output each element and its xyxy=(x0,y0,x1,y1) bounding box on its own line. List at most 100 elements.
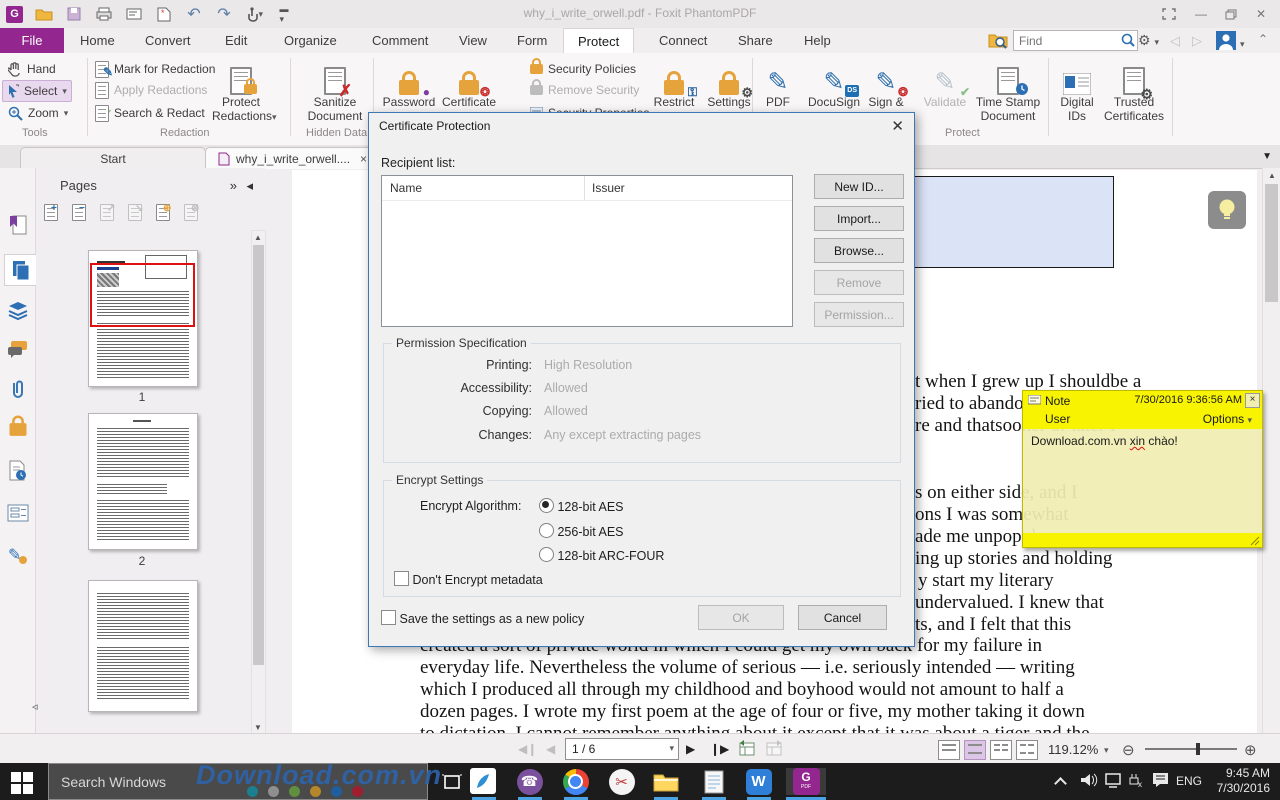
tab-comment[interactable]: Comment xyxy=(358,28,442,53)
password-protect-button[interactable]: ● Password xyxy=(380,57,438,109)
tab-help[interactable]: Help xyxy=(790,28,845,53)
first-page-icon[interactable]: ◀❙ xyxy=(518,742,537,756)
file-explorer-icon[interactable] xyxy=(652,768,679,795)
notepad-icon[interactable] xyxy=(700,768,727,795)
input-device-icon[interactable]: x xyxy=(1128,773,1146,791)
apply-redactions-button[interactable]: ✔ Apply Redactions xyxy=(95,80,207,100)
find-previous-icon[interactable]: ◁ xyxy=(1170,33,1180,49)
search-and-redact-button[interactable]: Search & Redact xyxy=(95,103,205,123)
radio-256-aes[interactable]: 256-bit AES xyxy=(539,523,624,539)
tab-file[interactable]: File xyxy=(0,28,64,53)
previous-view-icon[interactable] xyxy=(738,740,756,761)
zoom-dropdown-icon[interactable]: ▾ xyxy=(1104,745,1109,756)
zoom-slider-handle[interactable] xyxy=(1196,743,1200,755)
recipient-list[interactable]: Name Issuer xyxy=(381,175,793,327)
collapse-panel-icon[interactable]: ◂ xyxy=(246,178,253,194)
continuous-facing-view-icon[interactable] xyxy=(1016,740,1038,760)
select-tool-button[interactable]: Select▾ xyxy=(2,80,72,102)
insert-page-icon[interactable]: ⊕ xyxy=(156,204,170,226)
avatar-dropdown-icon[interactable]: ▾ xyxy=(1240,34,1245,52)
import-button[interactable]: Import... xyxy=(814,206,904,231)
column-issuer[interactable]: Issuer xyxy=(592,181,625,195)
sanitize-document-button[interactable]: ✗ Sanitize Document xyxy=(306,57,364,123)
zoom-out-icon[interactable]: ⊖ xyxy=(1122,741,1135,759)
current-view-rect[interactable] xyxy=(90,263,195,327)
page-indicator[interactable]: ▾ xyxy=(565,738,679,760)
lightbulb-note-icon[interactable] xyxy=(1208,191,1246,229)
minimize-icon[interactable]: — xyxy=(1186,6,1216,22)
security-policies-button[interactable]: Security Policies xyxy=(530,59,636,79)
document-scrollbar[interactable]: ▲ xyxy=(1262,168,1280,733)
trusted-certificates-button[interactable]: ⚙ Trusted Certificates xyxy=(1103,57,1165,123)
zoom-in-icon[interactable]: ⊕ xyxy=(1244,741,1257,759)
comments-panel-icon[interactable] xyxy=(4,334,31,364)
volume-icon[interactable] xyxy=(1080,772,1098,791)
zoom-level[interactable]: 119.12% xyxy=(1048,742,1098,757)
continuous-view-icon[interactable] xyxy=(964,740,986,760)
scrollbar-thumb[interactable] xyxy=(1265,184,1278,302)
previous-page-icon[interactable]: ◀ xyxy=(546,742,555,756)
thumbnails-scrollbar[interactable]: ▲ ▼ xyxy=(251,230,266,735)
permission-button[interactable]: Permission... xyxy=(814,302,904,327)
restrict-button[interactable]: ⚿ Restrict xyxy=(645,57,703,109)
radio-128-arcfour[interactable]: 128-bit ARC-FOUR xyxy=(539,547,664,563)
tab-convert[interactable]: Convert xyxy=(131,28,205,53)
zoom-slider[interactable] xyxy=(1145,748,1237,750)
tray-expand-icon[interactable] xyxy=(1056,776,1065,791)
signatures-panel-icon[interactable]: ✎ xyxy=(4,540,31,570)
facing-view-icon[interactable] xyxy=(990,740,1012,760)
search-folder-icon[interactable] xyxy=(988,31,1008,54)
note-close-icon[interactable]: × xyxy=(1245,393,1260,408)
sticky-note[interactable]: Note 7/30/2016 9:36:56 AM × User Options… xyxy=(1022,390,1263,548)
page-thumbnail-3[interactable] xyxy=(88,580,198,712)
page-thumbnail-2[interactable] xyxy=(88,413,198,550)
move-page-up-icon[interactable]: ↗ xyxy=(100,204,114,226)
close-tab-icon[interactable]: × xyxy=(360,152,367,166)
user-avatar[interactable] xyxy=(1216,31,1236,55)
viber-icon[interactable]: ☎ xyxy=(516,768,543,795)
pdf-sign-button[interactable]: ✎ PDF xyxy=(756,57,800,109)
start-button[interactable] xyxy=(8,769,35,796)
bookmarks-panel-icon[interactable] xyxy=(4,210,31,240)
design-app-icon[interactable] xyxy=(470,768,496,794)
radio-128-aes[interactable]: 128-bit AES xyxy=(539,498,624,514)
dont-encrypt-metadata-checkbox[interactable]: Don't Encrypt metadata xyxy=(394,571,543,587)
browse-button[interactable]: Browse... xyxy=(814,238,904,263)
zoom-out-thumbnails-icon[interactable]: − xyxy=(72,204,86,226)
word-app-icon[interactable]: W xyxy=(745,768,772,795)
last-page-icon[interactable]: ❙▶ xyxy=(710,742,729,756)
tab-share[interactable]: Share xyxy=(724,28,787,53)
scroll-up-icon[interactable]: ▲ xyxy=(254,233,262,242)
digital-ids-button[interactable]: Digital IDs xyxy=(1048,57,1106,123)
restore-icon[interactable] xyxy=(1216,6,1246,22)
tab-edit[interactable]: Edit xyxy=(211,28,261,53)
note-body[interactable]: Download.com.vn xin chào! xyxy=(1023,429,1262,533)
dialog-close-icon[interactable]: ✕ xyxy=(891,117,904,135)
snipping-tool-icon[interactable]: ✂ xyxy=(608,768,635,795)
note-options-button[interactable]: Options ▾ xyxy=(1203,412,1252,426)
close-icon[interactable]: ✕ xyxy=(1246,6,1276,22)
language-indicator[interactable]: ENG xyxy=(1176,774,1202,788)
timestamps-panel-icon[interactable] xyxy=(4,456,31,486)
expand-panel-icon[interactable]: » xyxy=(230,178,237,193)
save-policy-checkbox[interactable]: Save the settings as a new policy xyxy=(381,610,584,626)
delete-page-icon[interactable]: ⊗ xyxy=(184,204,198,226)
foxit-taskbar-icon[interactable]: GPDF xyxy=(786,768,826,795)
notification-icon[interactable] xyxy=(1152,772,1169,791)
clock[interactable]: 9:45 AM 7/30/2016 xyxy=(1208,766,1270,796)
scroll-up-icon[interactable]: ▲ xyxy=(1268,171,1276,180)
next-view-icon[interactable] xyxy=(765,740,783,761)
tab-protect[interactable]: Protect xyxy=(563,28,634,54)
collapse-ribbon-icon[interactable]: ⌃ xyxy=(1258,32,1268,46)
find-next-icon[interactable]: ▷ xyxy=(1192,33,1202,49)
scroll-down-icon[interactable]: ▼ xyxy=(254,723,262,732)
pages-panel-icon[interactable] xyxy=(4,254,36,286)
docusign-button[interactable]: ✎DS DocuSign xyxy=(805,57,863,109)
find-input[interactable] xyxy=(1013,30,1138,51)
fields-panel-icon[interactable] xyxy=(4,498,31,528)
next-page-icon[interactable]: ▶ xyxy=(686,742,695,756)
tab-connect[interactable]: Connect xyxy=(645,28,721,53)
tab-form[interactable]: Form xyxy=(503,28,561,53)
layers-panel-icon[interactable] xyxy=(4,296,31,326)
certificate-protect-button[interactable]: ❂ Certificate xyxy=(440,57,498,109)
